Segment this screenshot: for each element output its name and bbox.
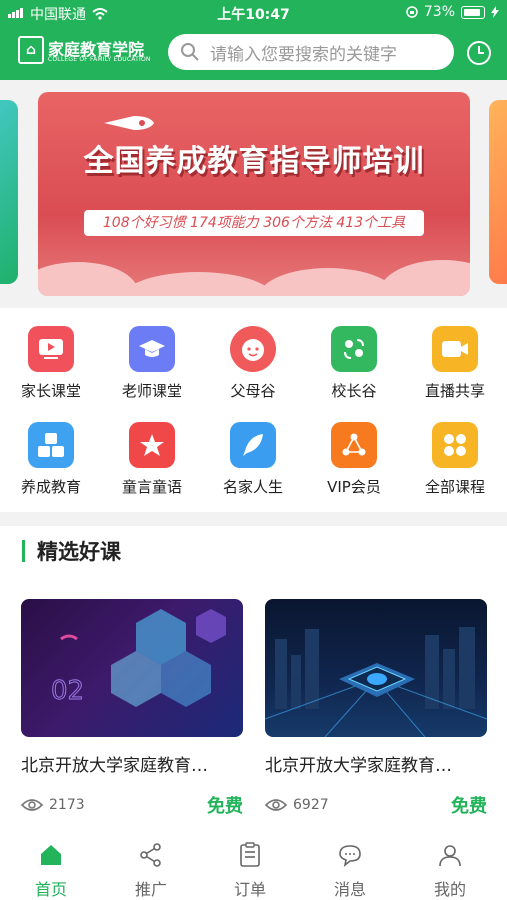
course-meta: 6927 免费 (265, 792, 487, 818)
course-thumbnail: 02 (21, 599, 243, 737)
search-placeholder: 请输入您要搜索的关键字 (210, 44, 397, 65)
tab-label: 我的 (433, 880, 466, 899)
banner-subtitle: 108个好习惯 174项能力 306个方法 413个工具 (84, 210, 424, 236)
bottom-tab-bar: 首页 推广 订单 消息 我的 (0, 832, 507, 900)
tab-label: 推广 (134, 880, 167, 899)
rocket-icon (104, 116, 154, 130)
section-accent-bar (22, 540, 25, 562)
category-principal-valley[interactable]: 校长谷 (304, 326, 404, 401)
category-label: 全部课程 (424, 478, 485, 496)
tab-label: 订单 (233, 880, 266, 899)
status-bar: 中国联通 上午10:47 73% (0, 0, 507, 26)
section-title: 精选好课 (37, 540, 121, 564)
tab-promote[interactable]: 推广 (116, 842, 186, 900)
category-grid: 家长课堂 老师课堂 父母谷 校长谷 直播共享 养成教育 童言童语 名家人生 VI… (0, 318, 507, 508)
category-habit-education[interactable]: 养成教育 (1, 422, 101, 497)
charging-icon (491, 6, 499, 18)
category-label: 养成教育 (20, 478, 81, 496)
tab-orders[interactable]: 订单 (215, 842, 285, 900)
category-parent-class[interactable]: 家长课堂 (1, 326, 101, 401)
course-card[interactable]: 北京开放大学家庭教育… 6927 免费 (265, 599, 487, 818)
course-price: 免费 (451, 796, 487, 817)
orientation-lock-icon (406, 6, 418, 18)
user-icon (439, 845, 461, 867)
category-label: 名家人生 (222, 478, 283, 496)
app-header: 中国联通 上午10:47 73% ⌂ 家庭教育学院 COLLEGE OF FAM… (0, 0, 507, 80)
section-header: 精选好课 (22, 538, 121, 564)
course-thumbnail (265, 599, 487, 737)
video-play-icon (28, 326, 74, 372)
feather-pen-icon (230, 422, 276, 468)
category-label: 家长课堂 (20, 382, 81, 400)
course-price: 免费 (207, 796, 243, 817)
home-icon (41, 845, 61, 865)
graduation-cap-icon (129, 326, 175, 372)
tab-profile[interactable]: 我的 (415, 842, 485, 900)
category-label: 直播共享 (424, 382, 485, 400)
grid-icon (432, 422, 478, 468)
category-parents-valley[interactable]: 父母谷 (203, 326, 303, 401)
category-famous-life[interactable]: 名家人生 (203, 422, 303, 497)
app-logo[interactable]: ⌂ 家庭教育学院 COLLEGE OF FAMILY EDUCATION (18, 34, 158, 68)
banner-slide[interactable]: 全国养成教育指导师培训 108个好习惯 174项能力 306个方法 413个工具 (38, 92, 470, 296)
baby-face-icon (230, 326, 276, 372)
course-views: 2173 (21, 797, 85, 813)
section-divider (0, 512, 507, 526)
history-clock-icon[interactable] (466, 40, 492, 66)
camera-icon (432, 326, 478, 372)
carousel-next-card[interactable] (489, 100, 507, 284)
view-count: 6927 (293, 797, 329, 813)
eye-icon (265, 799, 287, 811)
course-views: 6927 (265, 797, 329, 813)
vip-network-icon (331, 422, 377, 468)
category-teacher-class[interactable]: 老师课堂 (102, 326, 202, 401)
category-label: 父母谷 (230, 382, 276, 400)
tab-label: 首页 (34, 880, 67, 899)
svg-text:02: 02 (51, 676, 84, 706)
people-exchange-icon (331, 326, 377, 372)
course-title: 北京开放大学家庭教育… (21, 756, 208, 776)
tab-messages[interactable]: 消息 (315, 842, 385, 900)
category-label: 校长谷 (331, 382, 377, 400)
eye-icon (21, 799, 43, 811)
course-meta: 2173 免费 (21, 792, 243, 818)
search-input[interactable]: 请输入您要搜索的关键字 (168, 34, 454, 70)
carousel-prev-card[interactable] (0, 100, 18, 284)
logo-subtitle: COLLEGE OF FAMILY EDUCATION (48, 56, 151, 63)
category-kids-words[interactable]: 童言童语 (102, 422, 202, 497)
tab-label: 消息 (333, 880, 366, 899)
category-all-courses[interactable]: 全部课程 (405, 422, 505, 497)
search-icon (181, 43, 199, 61)
share-icon (140, 843, 161, 867)
number-blocks-icon (28, 422, 74, 468)
star-badge-icon (129, 422, 175, 468)
view-count: 2173 (49, 797, 85, 813)
order-icon (240, 842, 260, 867)
course-title: 北京开放大学家庭教育… (265, 756, 452, 776)
logo-mark-icon: ⌂ (18, 36, 44, 64)
message-icon (339, 845, 361, 867)
course-card[interactable]: 02 北京开放大学家庭教育… 2173 免费 (21, 599, 243, 818)
banner-title: 全国养成教育指导师培训 (83, 144, 425, 179)
category-live-share[interactable]: 直播共享 (405, 326, 505, 401)
battery-percent: 73% (423, 4, 455, 20)
category-vip-member[interactable]: VIP会员 (304, 422, 404, 497)
battery-icon (461, 5, 485, 19)
category-label: 童言童语 (121, 478, 182, 496)
category-label: 老师课堂 (121, 382, 182, 400)
tab-home[interactable]: 首页 (16, 842, 86, 900)
category-label: VIP会员 (327, 478, 381, 496)
